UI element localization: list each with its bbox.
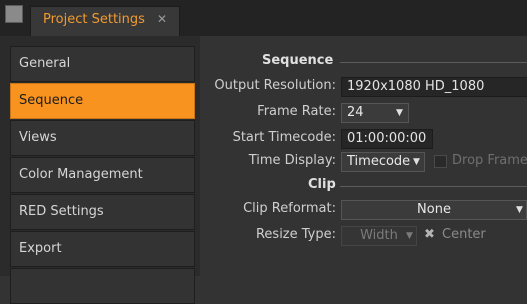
chevron-down-icon: ▼ [396, 108, 403, 118]
close-icon[interactable]: ✕ [157, 12, 167, 26]
sidebar-item-label: Color Management [19, 167, 143, 182]
section-title-clip: Clip [308, 177, 336, 192]
section-title-sequence: Sequence [262, 53, 334, 68]
section-divider [340, 62, 527, 63]
frame-rate-dropdown[interactable]: 24 ▼ [341, 103, 409, 123]
settings-sidebar: General Sequence Views Color Management … [0, 36, 200, 304]
tab-bar: Project Settings ✕ [0, 0, 527, 37]
section-divider [340, 186, 527, 187]
sidebar-item-sequence[interactable]: Sequence [10, 83, 195, 119]
sidebar-item-label: RED Settings [19, 204, 104, 219]
clip-reformat-label: Clip Reformat: [243, 201, 336, 216]
time-display-dropdown[interactable]: Timecode ▼ [341, 152, 425, 172]
time-display-label: Time Display: [248, 153, 336, 168]
frame-rate-label: Frame Rate: [257, 104, 336, 119]
sidebar-item-views[interactable]: Views [10, 120, 195, 156]
chevron-down-icon: ▼ [413, 157, 420, 167]
chevron-down-icon: ▼ [406, 231, 413, 241]
time-display-value: Timecode [347, 154, 411, 169]
resize-type-value: Width [360, 228, 398, 243]
sidebar-item-red-settings[interactable]: RED Settings [10, 194, 195, 230]
sidebar-item-label: Sequence [19, 93, 84, 108]
chevron-down-icon: ▼ [516, 205, 523, 215]
clip-reformat-dropdown[interactable]: None ▼ [341, 200, 527, 220]
sidebar-item-label: General [19, 56, 71, 71]
start-timecode-label: Start Timecode: [232, 130, 336, 145]
tab-project-settings[interactable]: Project Settings ✕ [30, 6, 180, 36]
center-label: Center [442, 227, 486, 242]
drop-frame-checkbox[interactable] [434, 155, 447, 168]
settings-panel: Sequence Output Resolution: 1920x1080 HD… [200, 36, 527, 276]
resize-type-label: Resize Type: [255, 227, 336, 242]
resize-type-dropdown[interactable]: Width ▼ [341, 226, 417, 246]
clip-reformat-value: None [417, 202, 451, 217]
panel-grip-icon[interactable] [5, 5, 23, 23]
output-resolution-label: Output Resolution: [214, 78, 336, 93]
tab-title: Project Settings [43, 12, 145, 27]
drop-frame-label: Drop Frame [452, 153, 527, 168]
frame-rate-value: 24 [347, 105, 364, 120]
sidebar-item-label: Views [19, 130, 57, 145]
sidebar-item-general[interactable]: General [10, 46, 195, 82]
output-resolution-field[interactable]: 1920x1080 HD_1080 [341, 77, 527, 97]
start-timecode-field[interactable]: 01:00:00:00 [341, 129, 433, 149]
sidebar-item-label: Export [19, 241, 62, 256]
sidebar-item-color-management[interactable]: Color Management [10, 157, 195, 193]
sidebar-item-export[interactable]: Export [10, 231, 195, 267]
center-checkbox-icon[interactable]: ✖ [424, 227, 435, 242]
sidebar-item-more[interactable] [10, 268, 195, 304]
